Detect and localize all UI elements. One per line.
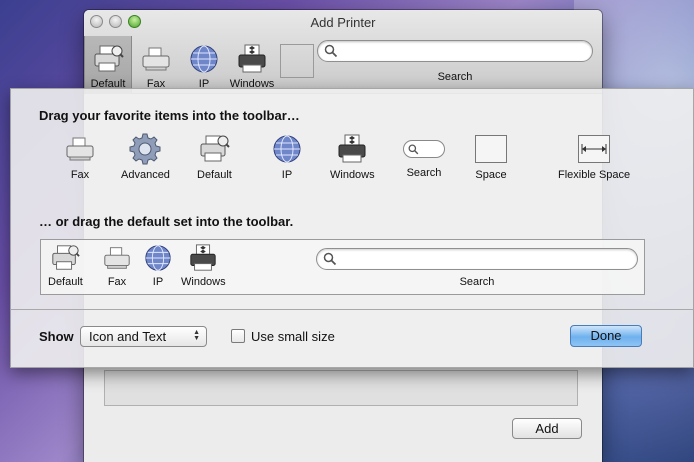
palette-item-fax[interactable]: Fax [64, 133, 96, 181]
updown-arrows-icon: ▲ ▼ [193, 329, 200, 342]
window-titlebar: Add Printer Default Fax IP Windows Searc… [84, 10, 602, 94]
palette-item-label: Fax [70, 169, 90, 181]
palette-item-label: Advanced [121, 169, 170, 181]
search-icon [408, 144, 419, 155]
printer-settings-area [104, 370, 578, 406]
palette-item-windows[interactable]: Windows [330, 133, 375, 181]
palette-item-label: Default [197, 169, 232, 181]
palette-item-space[interactable]: Space [475, 133, 507, 181]
palette-item-ip[interactable]: IP [271, 133, 303, 181]
ip-globe-icon [145, 245, 171, 271]
sheet-divider [11, 309, 693, 310]
default-set-item-label: Default [48, 276, 83, 288]
toolbar-item-ip[interactable]: IP [180, 36, 228, 94]
default-toolbar-set[interactable]: Default Fax IP Windows Search [40, 239, 645, 295]
windows-printer-icon [238, 44, 266, 73]
palette-item-default[interactable]: Default [197, 133, 232, 181]
use-small-size-checkbox[interactable] [231, 329, 245, 343]
space-icon [475, 135, 507, 163]
default-set-search-field [316, 248, 638, 270]
show-label: Show [39, 329, 74, 344]
double-arrow-icon [581, 144, 607, 154]
add-button[interactable]: Add [512, 418, 582, 439]
search-icon [324, 44, 338, 58]
search-icon [323, 252, 337, 266]
palette-item-label: Flexible Space [558, 169, 631, 181]
default-set-item-label: Fax [107, 276, 127, 288]
default-set-item-label: Windows [181, 276, 226, 288]
customize-toolbar-sheet: Drag your favorite items into the toolba… [10, 88, 694, 368]
toolbar-space-placeholder [280, 44, 314, 78]
default-set-item-windows: Windows [181, 243, 226, 288]
ip-globe-icon [190, 45, 218, 73]
palette-item-flexible-space[interactable]: Flexible Space [558, 133, 630, 181]
palette-item-label: Space [475, 169, 507, 181]
window-search-label: Search [437, 71, 473, 83]
window-search-field[interactable] [317, 40, 593, 62]
default-printer-icon [52, 245, 81, 270]
palette-item-label: Windows [330, 169, 375, 181]
default-set-heading: … or drag the default set into the toolb… [39, 214, 294, 229]
windows-printer-icon [338, 134, 366, 163]
default-printer-icon [94, 45, 124, 72]
palette-item-label: IP [281, 169, 293, 181]
palette-item-search[interactable]: Search [403, 133, 445, 179]
palette-item-label: Search [406, 167, 442, 179]
flexible-space-icon [578, 135, 611, 163]
ip-globe-icon [273, 135, 301, 163]
window-title: Add Printer [310, 15, 376, 30]
toolbar-item-palette: Fax Advanced Default IP Windows Search S… [11, 133, 694, 193]
default-set-search-label: Search [459, 276, 495, 288]
show-mode-value: Icon and Text [89, 329, 167, 344]
gear-icon [129, 133, 161, 165]
done-button[interactable]: Done [570, 325, 642, 347]
default-set-item-fax: Fax [102, 243, 132, 288]
default-set-item-ip: IP [143, 243, 173, 288]
fax-icon [66, 137, 94, 161]
fax-icon [104, 247, 130, 269]
use-small-size-label[interactable]: Use small size [251, 329, 335, 344]
default-set-item-label: IP [152, 276, 164, 288]
show-mode-select[interactable]: Icon and Text ▲ ▼ [80, 326, 207, 347]
search-field-icon [403, 140, 445, 158]
palette-item-advanced[interactable]: Advanced [121, 133, 170, 181]
default-printer-icon [200, 135, 231, 162]
fax-icon [142, 47, 170, 71]
default-set-item-default: Default [48, 243, 83, 288]
windows-printer-icon [190, 244, 216, 271]
window-toolbar: Default Fax IP Windows [84, 36, 320, 94]
toolbar-item-windows[interactable]: Windows [228, 36, 276, 94]
toolbar-item-default[interactable]: Default [84, 36, 132, 94]
palette-heading: Drag your favorite items into the toolba… [39, 108, 300, 123]
toolbar-item-fax[interactable]: Fax [132, 36, 180, 94]
